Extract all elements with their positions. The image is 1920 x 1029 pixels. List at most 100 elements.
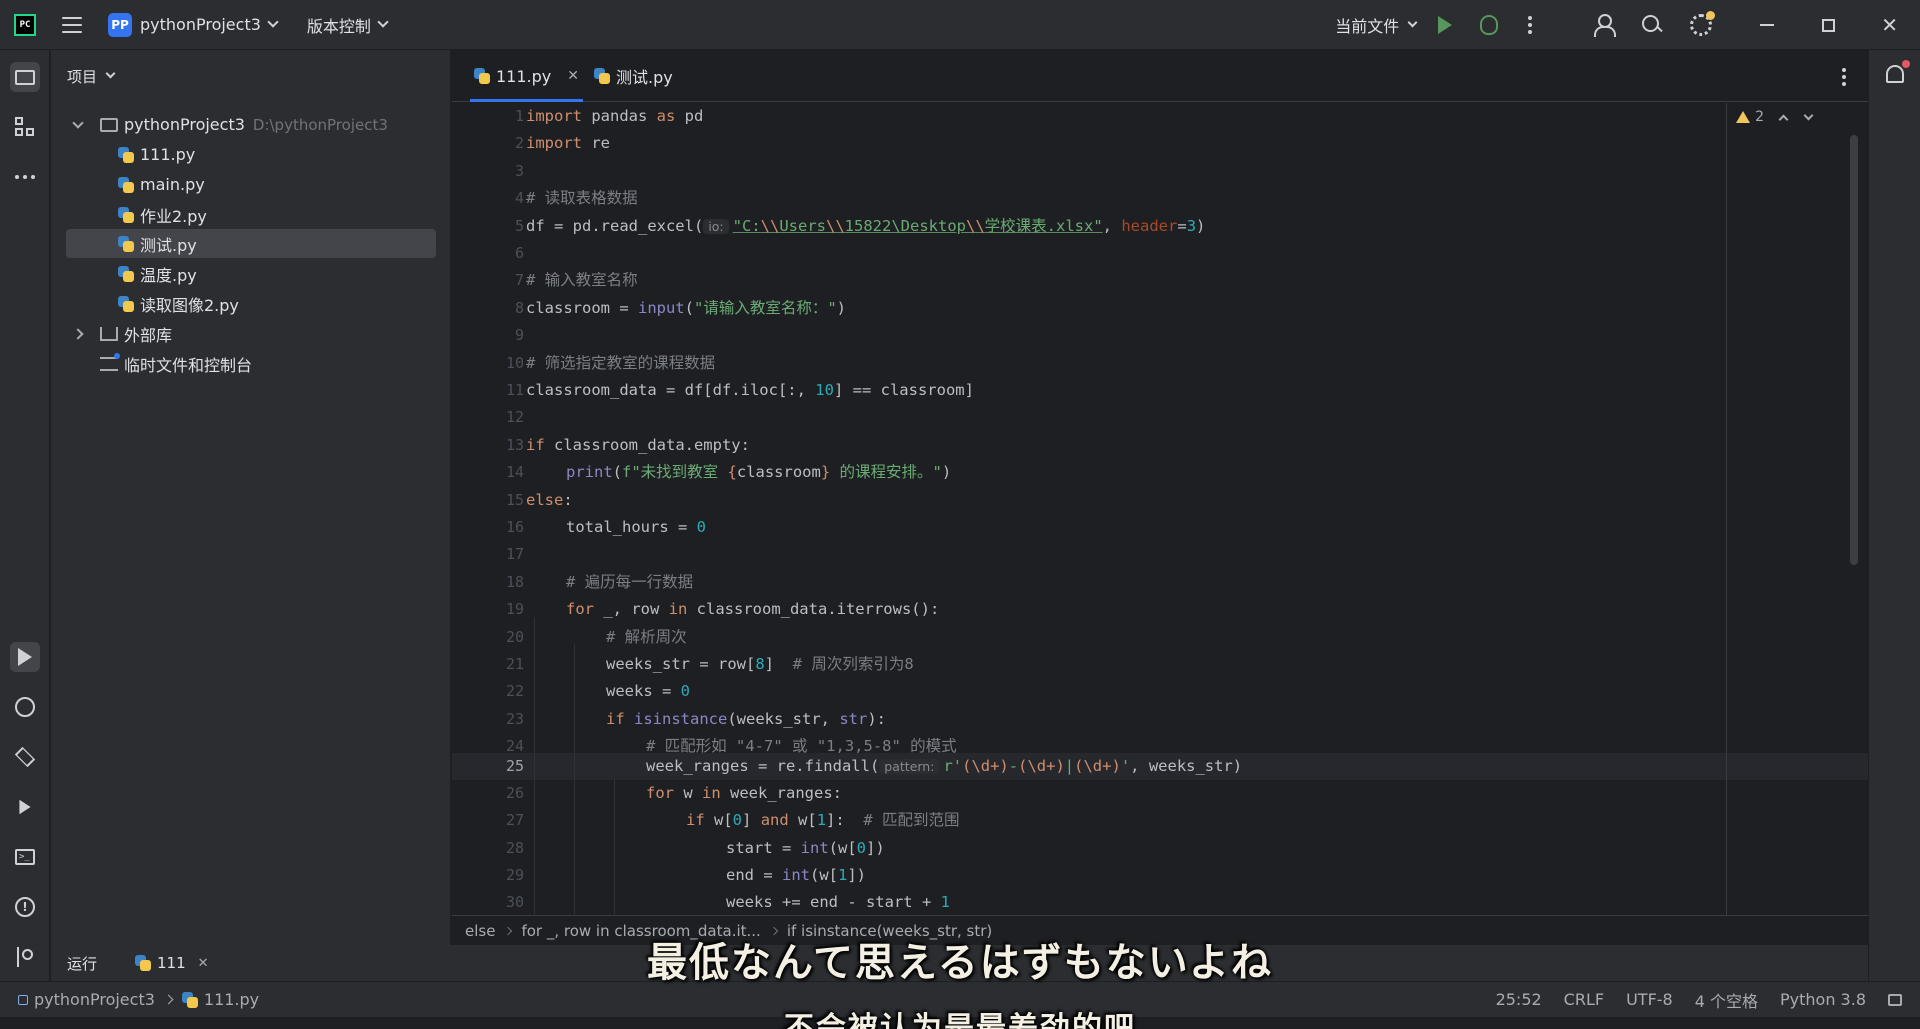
tree-external-libraries[interactable]: 外部库 bbox=[66, 319, 436, 348]
project-tool-button[interactable] bbox=[10, 62, 40, 92]
left-tool-strip: >_ ! bbox=[0, 50, 50, 981]
python-file-icon bbox=[118, 176, 134, 193]
expand-arrow-icon[interactable] bbox=[72, 327, 84, 340]
python-file-icon bbox=[118, 146, 134, 163]
problems-tool-button[interactable]: ! bbox=[10, 892, 40, 922]
problems-icon: ! bbox=[15, 897, 35, 917]
python-file-icon bbox=[118, 265, 134, 282]
tab-options-icon[interactable] bbox=[1842, 68, 1846, 86]
tab-test-py[interactable]: 测试.py bbox=[594, 50, 673, 102]
python-file-icon bbox=[474, 68, 490, 84]
project-name: pythonProject3 bbox=[140, 15, 261, 34]
code-line: weeks += end - start + 1 bbox=[726, 893, 950, 911]
expand-arrow-icon[interactable] bbox=[72, 116, 84, 129]
line-number: 23 bbox=[505, 710, 524, 728]
project-switcher[interactable]: PP pythonProject3 bbox=[82, 0, 279, 50]
notifications-bell-icon[interactable] bbox=[1886, 60, 1910, 83]
tree-root-folder[interactable]: pythonProject3 D:\pythonProject3 bbox=[66, 110, 436, 139]
run-config-label: 当前文件 bbox=[1335, 17, 1400, 36]
main-menu-icon[interactable] bbox=[62, 16, 82, 33]
next-highlight-icon[interactable] bbox=[1803, 110, 1814, 120]
tree-file-item[interactable]: 作业2.py bbox=[66, 200, 436, 229]
code-line: # 筛选指定教室的课程数据 bbox=[526, 354, 716, 372]
editor-scrollbar[interactable] bbox=[1850, 135, 1858, 565]
more-tools-button[interactable] bbox=[10, 162, 40, 192]
settings-gear-icon[interactable] bbox=[1690, 11, 1716, 36]
line-number: 21 bbox=[505, 655, 524, 673]
code-line: for w in week_ranges: bbox=[646, 784, 842, 802]
indent-guide bbox=[574, 644, 575, 915]
code-line: else: bbox=[526, 491, 573, 509]
vcs-label: 版本控制 bbox=[306, 16, 371, 36]
search-icon[interactable] bbox=[1642, 15, 1662, 35]
terminal-tool-button[interactable]: >_ bbox=[10, 842, 40, 872]
code-line: weeks_str = row[8] # 周次列索引为8 bbox=[606, 655, 914, 673]
run-icon[interactable] bbox=[1438, 16, 1453, 34]
code-line: # 遍历每一行数据 bbox=[566, 573, 694, 591]
run-panel-icon bbox=[18, 648, 32, 666]
indent-guide bbox=[534, 617, 535, 915]
line-number: 8 bbox=[514, 299, 524, 317]
run-tool-button[interactable] bbox=[10, 642, 40, 672]
chevron-down-icon bbox=[105, 68, 116, 79]
project-panel-title: 项目 bbox=[67, 67, 98, 86]
code-line: if w[0] and w[1]: # 匹配到范围 bbox=[686, 811, 960, 829]
python-console-icon bbox=[15, 697, 35, 717]
close-tab-icon[interactable]: ✕ bbox=[567, 68, 579, 84]
python-file-icon bbox=[118, 295, 134, 312]
line-number: 17 bbox=[505, 545, 524, 563]
editor-tabs: 111.py ✕ 测试.py bbox=[452, 50, 1868, 102]
warning-icon bbox=[1736, 111, 1751, 123]
code-line: start = int(w[0]) bbox=[726, 839, 885, 857]
line-number-current: 25 bbox=[505, 757, 524, 775]
line-number: 10 bbox=[505, 354, 524, 372]
run-config-selector[interactable]: 当前文件 bbox=[1335, 0, 1418, 50]
line-number: 11 bbox=[505, 381, 524, 399]
right-margin-guide bbox=[1726, 103, 1727, 915]
line-number: 2 bbox=[514, 134, 524, 152]
tree-file-item-selected[interactable]: 测试.py bbox=[66, 229, 436, 258]
tree-file-item[interactable]: 读取图像2.py bbox=[66, 289, 436, 318]
services-tool-button[interactable] bbox=[10, 792, 40, 822]
tab-111-py[interactable]: 111.py ✕ bbox=[470, 50, 583, 102]
more-actions-icon[interactable] bbox=[1528, 16, 1533, 34]
warning-count: 2 bbox=[1755, 109, 1764, 125]
services-icon bbox=[19, 799, 31, 815]
python-file-icon bbox=[118, 206, 134, 223]
line-number: 3 bbox=[514, 162, 524, 180]
code-line: total_hours = 0 bbox=[566, 518, 706, 536]
file-name: main.py bbox=[140, 175, 205, 194]
tree-scratches[interactable]: 临时文件和控制台 bbox=[66, 349, 436, 378]
code-line: import pandas as pd bbox=[526, 107, 704, 125]
code-line: # 解析周次 bbox=[606, 628, 687, 646]
project-panel-header[interactable]: 项目 bbox=[51, 50, 450, 102]
chevron-down-icon bbox=[267, 16, 279, 28]
pycharm-logo-icon[interactable]: PC bbox=[14, 13, 36, 36]
python-console-button[interactable] bbox=[10, 692, 40, 722]
add-user-icon[interactable] bbox=[1594, 14, 1617, 37]
python-packages-button[interactable] bbox=[10, 742, 40, 772]
line-number: 28 bbox=[505, 839, 524, 857]
code-line: print(f"未找到教室 {classroom} 的课程安排。") bbox=[566, 463, 952, 481]
code-line: import re bbox=[526, 134, 610, 152]
code-line: classroom = input("请输入教室名称：") bbox=[526, 299, 847, 317]
tree-file-item[interactable]: 111.py bbox=[66, 140, 436, 169]
tree-file-item[interactable]: 温度.py bbox=[66, 259, 436, 288]
debug-icon[interactable] bbox=[1480, 15, 1499, 35]
python-file-icon bbox=[118, 235, 134, 252]
code-editor[interactable]: 1 2 3 4 5 6 7 8 9 10 11 12 13 14 15 16 1… bbox=[452, 103, 1868, 915]
tree-file-item[interactable]: main.py bbox=[66, 170, 436, 199]
line-number: 29 bbox=[505, 866, 524, 884]
line-number: 9 bbox=[514, 326, 524, 344]
inspection-widget[interactable]: 2 bbox=[1736, 109, 1814, 125]
chevron-down-icon bbox=[377, 16, 389, 28]
maximize-button[interactable] bbox=[1822, 18, 1836, 32]
structure-tool-button[interactable] bbox=[10, 112, 40, 142]
minimize-button[interactable] bbox=[1760, 24, 1775, 26]
line-number: 27 bbox=[505, 811, 524, 829]
previous-highlight-icon[interactable] bbox=[1778, 114, 1789, 124]
vcs-menu[interactable]: 版本控制 bbox=[306, 0, 389, 50]
line-number: 5 bbox=[514, 217, 524, 235]
indent-guide bbox=[614, 779, 615, 915]
close-window-button[interactable]: ✕ bbox=[1881, 13, 1898, 37]
